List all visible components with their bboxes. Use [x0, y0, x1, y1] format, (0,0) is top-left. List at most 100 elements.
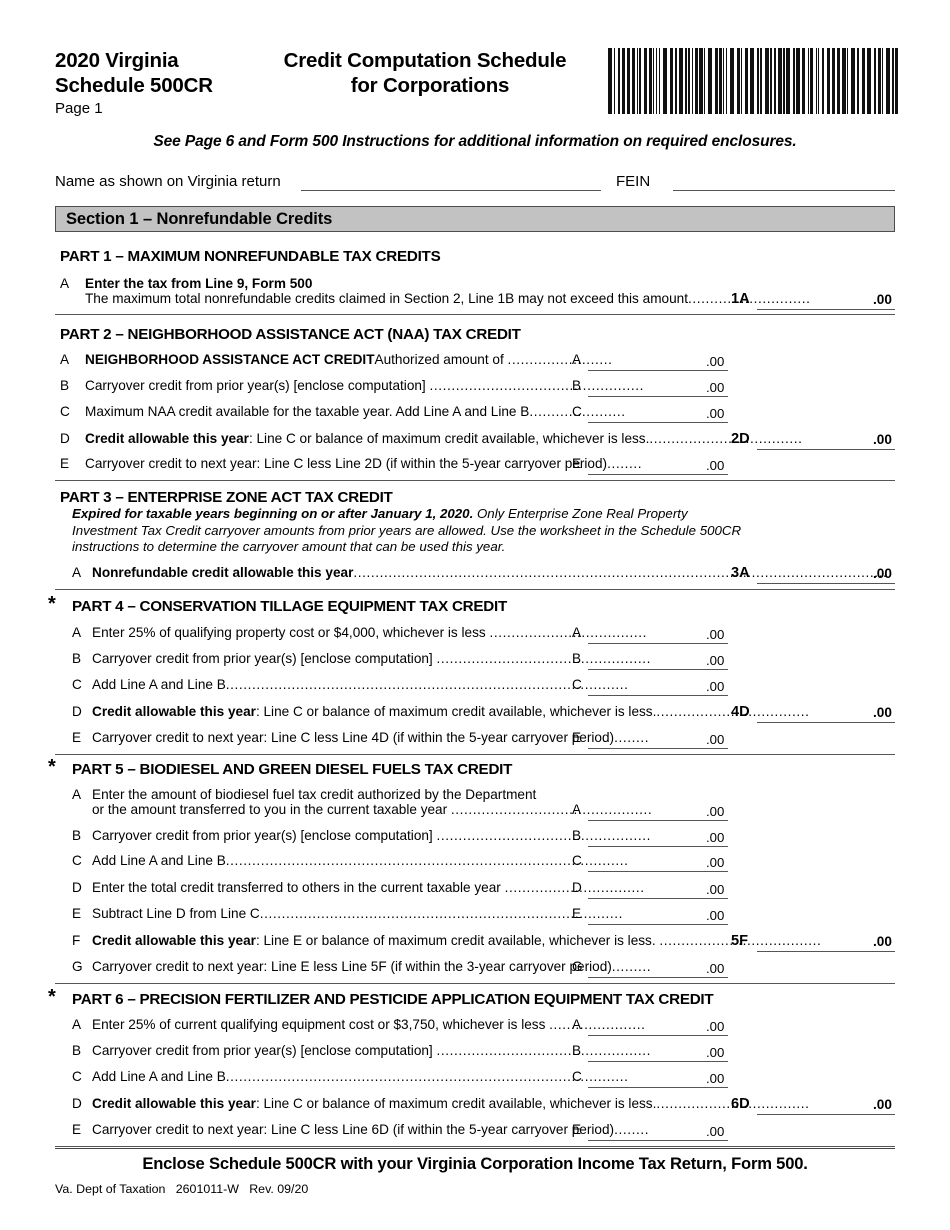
- part-2-title: PART 2 – NEIGHBORHOOD ASSISTANCE ACT (NA…: [60, 326, 521, 343]
- row-text: Credit allowable this year: Line C or ba…: [92, 1096, 810, 1111]
- fein-label: FEIN: [616, 173, 651, 190]
- amount-input[interactable]: [588, 1035, 728, 1036]
- form-number: 2601011-W: [175, 1182, 239, 1196]
- amount-input[interactable]: [757, 722, 895, 723]
- part-6-asterisk-marker: *: [48, 986, 56, 1008]
- section-1-label: Section 1 – Nonrefundable Credits: [66, 210, 333, 228]
- form-schedule-name: Schedule 500CR: [55, 74, 213, 97]
- amount-input[interactable]: [588, 695, 728, 696]
- row-letter: A: [60, 352, 70, 367]
- cents-suffix: .00: [706, 855, 725, 870]
- amount-input[interactable]: [588, 898, 728, 899]
- cents-suffix: .00: [873, 1097, 892, 1112]
- part-5-title: PART 5 – BIODIESEL AND GREEN DIESEL FUEL…: [72, 761, 513, 778]
- part-5-divider: [55, 983, 895, 984]
- row-line-ref: D: [572, 880, 582, 895]
- row-text: Credit allowable this year: Line C or ba…: [85, 431, 803, 446]
- amount-input[interactable]: [757, 583, 895, 584]
- amount-input[interactable]: [588, 370, 728, 371]
- part-6-title: PART 6 – PRECISION FERTILIZER AND PESTIC…: [72, 991, 714, 1008]
- page-number-label: Page 1: [55, 100, 103, 117]
- row-text: NEIGHBORHOOD ASSISTANCE ACT CREDITAuthor…: [85, 352, 613, 367]
- name-label: Name as shown on Virginia return: [55, 173, 281, 190]
- row-letter: C: [72, 1069, 82, 1084]
- row-line-ref: 2D: [731, 431, 750, 447]
- amount-input[interactable]: [588, 422, 728, 423]
- cents-suffix: .00: [706, 1071, 725, 1086]
- amount-input[interactable]: [588, 1061, 728, 1062]
- cents-suffix: .00: [706, 354, 725, 369]
- row-line-ref: A: [572, 625, 582, 640]
- row-letter: A: [72, 787, 82, 802]
- row-line-ref: C: [572, 1069, 582, 1084]
- row-text: Carryover credit from prior year(s) [enc…: [85, 378, 644, 393]
- section-1-header: Section 1 – Nonrefundable Credits: [55, 206, 895, 232]
- cents-suffix: .00: [706, 804, 725, 819]
- form-page: 2020 Virginia Schedule 500CR Page 1 Cred…: [0, 0, 950, 1230]
- row-text: Enter the tax from Line 9, Form 500: [85, 276, 313, 291]
- row-text: Carryover credit from prior year(s) [enc…: [92, 1043, 651, 1058]
- row-line-ref: 3A: [731, 565, 750, 581]
- row-text: or the amount transferred to you in the …: [92, 802, 653, 817]
- row-letter: A: [72, 565, 82, 580]
- row-letter: D: [72, 1096, 82, 1111]
- part-4-title: PART 4 – CONSERVATION TILLAGE EQUIPMENT …: [72, 598, 507, 615]
- cents-suffix: .00: [706, 406, 725, 421]
- cents-suffix: .00: [706, 830, 725, 845]
- row-line-ref: B: [572, 828, 582, 843]
- amount-input[interactable]: [757, 309, 895, 310]
- amount-input[interactable]: [588, 924, 728, 925]
- cents-suffix: .00: [706, 1124, 725, 1139]
- cents-suffix: .00: [706, 961, 725, 976]
- amount-input[interactable]: [757, 951, 895, 952]
- cents-suffix: .00: [706, 1045, 725, 1060]
- row-letter: A: [72, 1017, 82, 1032]
- row-letter: B: [72, 651, 82, 666]
- row-line-ref: A: [572, 802, 582, 817]
- amount-input[interactable]: [757, 449, 895, 450]
- part-6-divider: [55, 1146, 895, 1147]
- cents-suffix: .00: [873, 292, 892, 307]
- row-text: Carryover credit from prior year(s) [enc…: [92, 651, 651, 666]
- row-line-ref: A: [572, 352, 582, 367]
- row-text: Carryover credit to next year: Line C le…: [92, 730, 650, 745]
- header-left-block: 2020 Virginia Schedule 500CR Page 1: [55, 48, 255, 119]
- amount-input[interactable]: [588, 669, 728, 670]
- fein-input[interactable]: [673, 190, 895, 191]
- amount-input[interactable]: [588, 474, 728, 475]
- cents-suffix: .00: [706, 1019, 725, 1034]
- row-letter: B: [60, 378, 70, 393]
- row-text: The maximum total nonrefundable credits …: [85, 291, 811, 306]
- row-letter: A: [60, 276, 70, 291]
- name-input[interactable]: [301, 190, 601, 191]
- row-line-ref: E: [572, 456, 582, 471]
- row-letter: A: [72, 625, 82, 640]
- amount-input[interactable]: [588, 1140, 728, 1141]
- amount-input[interactable]: [588, 846, 728, 847]
- row-letter: D: [72, 880, 82, 895]
- amount-input[interactable]: [588, 871, 728, 872]
- enclose-instruction: Enclose Schedule 500CR with your Virgini…: [142, 1154, 808, 1173]
- amount-input[interactable]: [588, 977, 728, 978]
- amount-input[interactable]: [588, 820, 728, 821]
- form-title-line1: Credit Computation Schedule: [283, 49, 567, 72]
- row-letter: F: [72, 933, 81, 948]
- amount-input[interactable]: [588, 748, 728, 749]
- cents-suffix: .00: [706, 732, 725, 747]
- amount-input[interactable]: [588, 396, 728, 397]
- cents-suffix: .00: [706, 908, 725, 923]
- row-line-ref: 6D: [731, 1096, 750, 1112]
- row-line-ref: E: [572, 906, 582, 921]
- revision-date: Rev. 09/20: [249, 1182, 309, 1196]
- row-text: Enter the amount of biodiesel fuel tax c…: [92, 787, 537, 802]
- form-metadata: Va. Dept of Taxation 2601011-W Rev. 09/2…: [55, 1182, 308, 1196]
- row-line-ref: C: [572, 853, 582, 868]
- amount-input[interactable]: [588, 643, 728, 644]
- row-letter: E: [72, 1122, 82, 1137]
- row-line-ref: E: [572, 730, 582, 745]
- amount-input[interactable]: [757, 1114, 895, 1115]
- row-line-ref: 5F: [731, 933, 749, 949]
- amount-input[interactable]: [588, 1087, 728, 1088]
- row-text: Enter the total credit transferred to ot…: [92, 880, 645, 895]
- row-line-ref: 1A: [731, 291, 750, 307]
